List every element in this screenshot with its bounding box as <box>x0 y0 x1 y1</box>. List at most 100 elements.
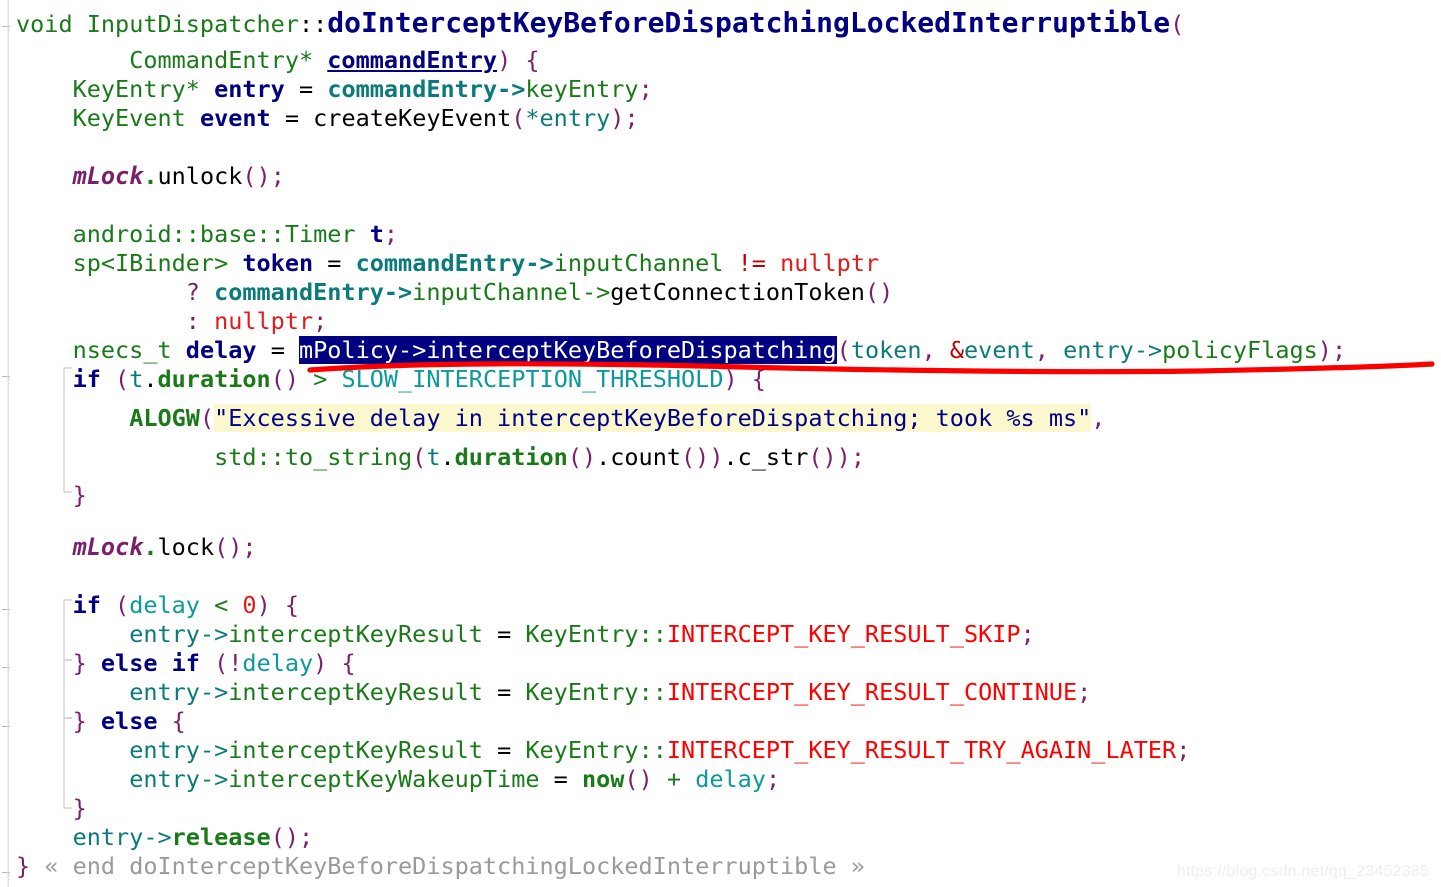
token-void: void <box>16 10 73 38</box>
code-body[interactable]: void InputDispatcher::doInterceptKeyBefo… <box>0 0 1441 887</box>
token-zero-literal: 0 <box>242 591 257 619</box>
code-line-10[interactable]: : nullptr; <box>0 307 328 336</box>
token-getconnectiontoken-call: getConnectionToken <box>610 278 865 306</box>
code-line-26[interactable]: } <box>0 794 87 823</box>
token-entry-arg: *entry <box>525 104 611 132</box>
selected-text[interactable]: mPolicy->interceptKeyBeforeDispatching <box>299 336 837 364</box>
code-line-12[interactable]: if (t.duration() > SLOW_INTERCEPTION_THR… <box>0 365 766 394</box>
code-line-5[interactable]: mLock.unlock(); <box>0 162 285 191</box>
token-entry-ref-4: entry <box>72 823 144 851</box>
token-interceptkeyresult-2: interceptKeyResult <box>228 678 483 706</box>
code-line-13[interactable]: ALOGW("Excessive delay in interceptKeyBe… <box>0 404 1105 433</box>
token-nsecs-type: nsecs_t <box>72 336 172 364</box>
code-viewer-window: void InputDispatcher::doInterceptKeyBefo… <box>0 0 1441 887</box>
token-count-call: count <box>610 443 682 471</box>
token-event-decl: event <box>199 104 271 132</box>
token-const-continue: INTERCEPT_KEY_RESULT_CONTINUE <box>666 678 1078 706</box>
token-open-brace: { <box>525 46 540 74</box>
token-if-2: if <box>72 591 101 619</box>
token-std-to-string: std::to_string <box>214 443 413 471</box>
fold-end-comment: « end doInterceptKeyBeforeDispatchingLoc… <box>44 852 865 880</box>
token-delay-ref-2: delay <box>242 649 314 677</box>
token-class-name: InputDispatcher <box>86 10 299 38</box>
token-else-2: else <box>100 707 158 735</box>
token-function-name: doInterceptKeyBeforeDispatchingLockedInt… <box>327 6 1171 39</box>
code-line-27[interactable]: entry->release(); <box>0 823 314 852</box>
token-close-brace-1: } <box>72 481 87 509</box>
token-close-brace-2: } <box>72 794 87 822</box>
watermark: https://blog.csdn.net/qq_23452385 <box>1176 863 1429 880</box>
token-slow-threshold-const: SLOW_INTERCEPTION_THRESHOLD <box>341 365 724 393</box>
code-line-28[interactable]: } « end doInterceptKeyBeforeDispatchingL… <box>0 852 865 881</box>
token-now-call: now <box>581 765 625 793</box>
token-open-paren: ( <box>1170 10 1185 38</box>
token-if-1: if <box>72 365 101 393</box>
code-line-21[interactable]: } else if (!delay) { <box>0 649 356 678</box>
token-interceptkeyresult-3: interceptKeyResult <box>228 736 483 764</box>
token-ternary-colon: : <box>185 307 200 335</box>
token-not-op: ! <box>228 649 243 677</box>
token-delay-decl: delay <box>185 336 257 364</box>
code-line-9[interactable]: ? commandEntry->inputChannel->getConnect… <box>0 278 893 307</box>
code-line-1[interactable]: CommandEntry* commandEntry) { <box>0 46 540 75</box>
token-nullptr-2: nullptr <box>214 307 314 335</box>
token-keyentry-field: keyEntry <box>525 75 639 103</box>
code-line-8[interactable]: sp<IBinder> token = commandEntry->inputC… <box>0 249 880 278</box>
token-param-type: CommandEntry* <box>129 46 314 74</box>
token-commandentry-ref: commandEntry <box>327 75 498 103</box>
token-alogw-macro: ALOGW <box>129 404 200 432</box>
token-log-string-literal: "Excessive delay in interceptKeyBeforeDi… <box>214 404 1092 432</box>
code-line-2[interactable]: KeyEntry* entry = commandEntry->keyEntry… <box>0 75 653 104</box>
token-const-skip: INTERCEPT_KEY_RESULT_SKIP <box>666 620 1021 648</box>
token-timer-ref: t <box>129 365 144 393</box>
code-line-17[interactable]: mLock.lock(); <box>0 533 257 562</box>
token-mlock-member-2: mLock <box>72 533 144 561</box>
token-keyevent-type: KeyEvent <box>72 104 186 132</box>
code-line-11[interactable]: nsecs_t delay = mPolicy->interceptKeyBef… <box>0 336 1346 365</box>
token-timer-type: android::base::Timer <box>72 220 356 248</box>
code-line-22[interactable]: entry->interceptKeyResult = KeyEntry::IN… <box>0 678 1091 707</box>
token-inputchannel-field: inputChannel <box>553 249 724 277</box>
token-cstr-call: c_str <box>737 443 809 471</box>
token-delay-ref-1: delay <box>129 591 200 619</box>
token-close-paren: ) <box>497 46 512 74</box>
token-timer-var: t <box>369 220 384 248</box>
token-token-var: token <box>242 249 314 277</box>
token-mlock-member: mLock <box>72 162 144 190</box>
token-interceptkeyresult-1: interceptKeyResult <box>228 620 483 648</box>
token-if-3: if <box>171 649 200 677</box>
token-plus-op: + <box>666 765 682 793</box>
token-duration-call: duration <box>157 365 271 393</box>
code-line-24[interactable]: entry->interceptKeyResult = KeyEntry::IN… <box>0 736 1190 765</box>
token-else-1: else <box>100 649 158 677</box>
token-unlock-call: unlock <box>157 162 243 190</box>
token-wakeuptime-field: interceptKeyWakeupTime <box>228 765 540 793</box>
token-commandentry-ref-2: commandEntry <box>355 249 526 277</box>
token-keyentry-class-1: KeyEntry <box>525 620 639 648</box>
token-scope-op: :: <box>298 10 328 38</box>
token-keyentry-type: KeyEntry* <box>72 75 200 103</box>
token-entry-ref-1: entry <box>129 620 200 648</box>
token-dot: . <box>143 162 158 190</box>
code-line-14[interactable]: std::to_string(t.duration().count()).c_s… <box>0 443 865 472</box>
code-line-25[interactable]: entry->interceptKeyWakeupTime = now() + … <box>0 765 780 794</box>
code-line-20[interactable]: entry->interceptKeyResult = KeyEntry::IN… <box>0 620 1035 649</box>
token-assign: = <box>299 75 314 103</box>
code-line-0[interactable]: void InputDispatcher::doInterceptKeyBefo… <box>0 6 1185 39</box>
token-lt-op: < <box>214 591 229 619</box>
token-arrow: -> <box>497 75 526 103</box>
token-release-call: release <box>171 823 271 851</box>
code-line-19[interactable]: if (delay < 0) { <box>0 591 299 620</box>
token-semicolon: ; <box>638 75 653 103</box>
token-gt-op: > <box>313 365 328 393</box>
code-line-3[interactable]: KeyEvent event = createKeyEvent(*entry); <box>0 104 639 133</box>
code-line-23[interactable]: } else { <box>0 707 186 736</box>
token-delay-ref-3: delay <box>695 765 766 793</box>
token-const-try-again: INTERCEPT_KEY_RESULT_TRY_AGAIN_LATER <box>666 736 1177 764</box>
token-createkeyevent-call: createKeyEvent <box>313 104 512 132</box>
token-nullptr-1: nullptr <box>780 249 880 277</box>
token-close-brace-fn: } <box>16 852 31 880</box>
code-line-15[interactable]: } <box>0 481 87 510</box>
token-lock-call: lock <box>157 533 215 561</box>
code-line-7[interactable]: android::base::Timer t; <box>0 220 398 249</box>
